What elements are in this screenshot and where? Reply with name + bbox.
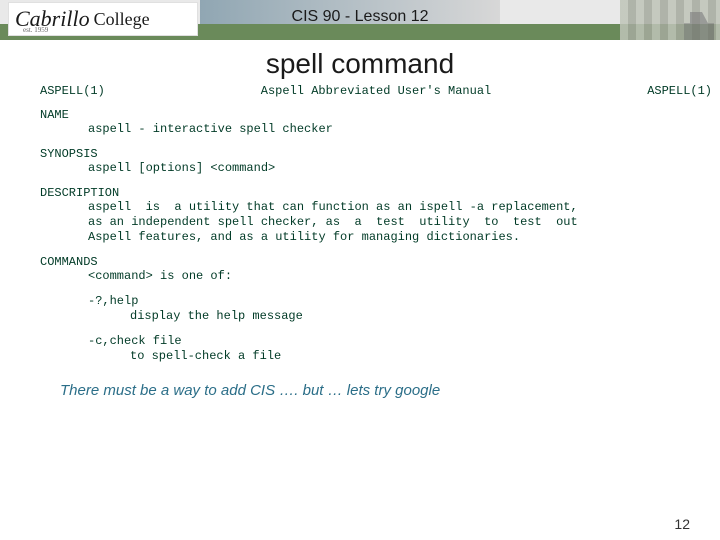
banner-photo [620, 0, 720, 40]
logo-est-text: est. 1959 [23, 26, 48, 34]
description-line-2: as an independent spell checker, as a te… [88, 215, 690, 230]
name-body: aspell - interactive spell checker [88, 122, 690, 137]
cmd-help-val: display the help message [130, 309, 690, 324]
commands-heading: COMMANDS [40, 255, 720, 269]
college-logo: Cabrillo College est. 1959 [8, 2, 198, 36]
logo-plain-text: College [94, 9, 150, 30]
page-number: 12 [674, 516, 690, 532]
instructor-note: There must be a way to add CIS …. but … … [60, 382, 720, 399]
cmd-check-key: -c,check file [88, 334, 690, 349]
man-hdr-center: Aspell Abbreviated User's Manual [261, 84, 491, 98]
man-hdr-left: ASPELL(1) [40, 84, 105, 98]
name-heading: NAME [40, 108, 720, 122]
course-title: CIS 90 - Lesson 12 [210, 8, 510, 26]
cmd-help-key: -?,help [88, 294, 690, 309]
slide-title: spell command [0, 48, 720, 80]
description-heading: DESCRIPTION [40, 186, 720, 200]
description-line-3: Aspell features, and as a utility for ma… [88, 230, 690, 245]
description-line-1: aspell is a utility that can function as… [88, 200, 690, 215]
synopsis-heading: SYNOPSIS [40, 147, 720, 161]
commands-intro: <command> is one of: [88, 269, 690, 284]
banner: Cabrillo College est. 1959 CIS 90 - Less… [0, 0, 720, 40]
man-hdr-right: ASPELL(1) [647, 84, 712, 98]
synopsis-body: aspell [options] <command> [88, 161, 690, 176]
manpage-header: ASPELL(1) Aspell Abbreviated User's Manu… [40, 84, 712, 98]
cmd-check-val: to spell-check a file [130, 349, 690, 364]
